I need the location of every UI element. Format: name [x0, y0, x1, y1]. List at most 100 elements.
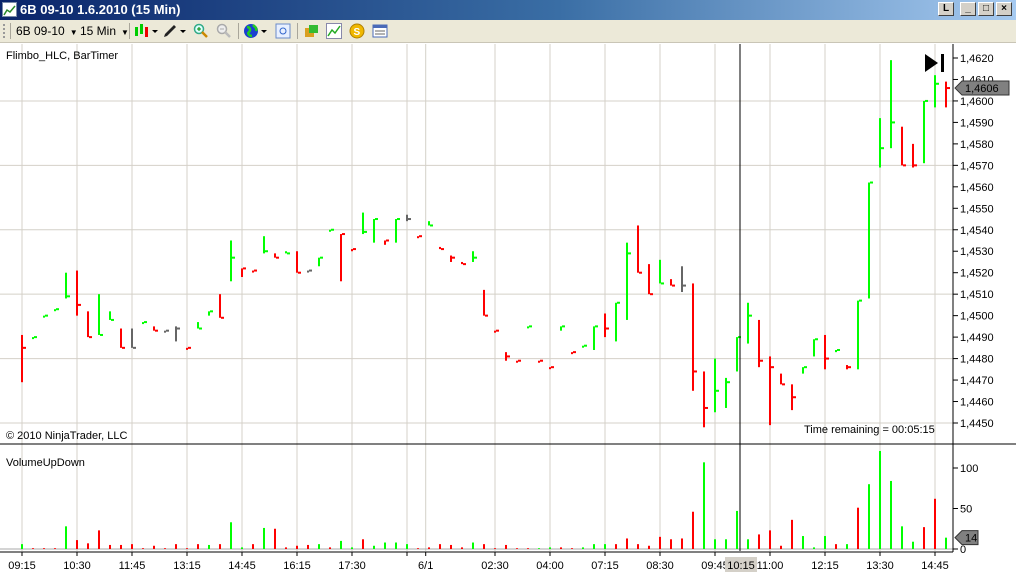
price-bar-close-tick [287, 252, 290, 255]
price-bar [890, 60, 895, 149]
minimize-button[interactable]: _ [960, 2, 976, 16]
price-bar-range [241, 268, 243, 277]
magnifier-window-icon [275, 23, 291, 39]
currency-button[interactable]: S [349, 23, 365, 39]
price-bar-close-tick [78, 303, 81, 306]
price-bar-range [505, 352, 507, 361]
price-bar-close-tick [870, 181, 873, 184]
price-bar [527, 325, 532, 329]
price-bar-close-tick [771, 366, 774, 369]
volume-bar [318, 544, 320, 549]
instrument-selector[interactable]: 6B 09-10 ▼ [16, 23, 78, 39]
y-tick-label: 1,4570 [960, 160, 994, 172]
price-bar-range [153, 326, 155, 331]
candlestick-icon [135, 24, 158, 37]
price-bar-range [890, 60, 892, 149]
price-bar-range [109, 311, 111, 320]
volume-bar [175, 544, 177, 549]
drawing-tools-button[interactable] [162, 23, 188, 39]
strategy-button[interactable] [303, 23, 319, 39]
price-bar-close-tick [23, 346, 26, 349]
price-bar [780, 373, 785, 386]
price-bar [142, 321, 147, 325]
price-bar [571, 351, 576, 355]
price-bar-close-tick [815, 338, 818, 341]
price-bar-close-tick [177, 327, 180, 330]
price-bar [769, 356, 774, 426]
volume-bar [329, 547, 331, 549]
chart-canvas[interactable]: 1,46201,46101,46001,45901,45801,45701,45… [0, 0, 1016, 572]
link-button[interactable]: L [938, 2, 954, 16]
close-button[interactable]: × [996, 2, 1012, 16]
volume-y-tick-label: 50 [960, 504, 972, 516]
x-tick-label: 11:00 [757, 560, 784, 572]
x-tick-label: 13:30 [866, 560, 894, 572]
price-bar-range [362, 212, 364, 235]
price-bar-range [824, 334, 826, 370]
globe-menu-button[interactable] [243, 23, 269, 39]
price-bar-range [197, 322, 199, 329]
y-tick-label: 1,4600 [960, 96, 994, 108]
volume-bar [21, 544, 23, 549]
price-bar-range [791, 384, 793, 411]
grid [0, 44, 953, 551]
price-bar [219, 294, 224, 319]
price-bar [791, 384, 796, 411]
price-bar-close-tick [232, 256, 235, 259]
volume-bar [65, 526, 67, 549]
price-bar-close-tick [540, 359, 543, 362]
interval-selector[interactable]: 15 Min ▼ [80, 23, 129, 39]
zoom-in-button[interactable] [193, 23, 209, 39]
price-bar-close-tick [826, 357, 829, 360]
price-bar-range [494, 330, 496, 333]
price-bar-range [461, 261, 463, 265]
price-bar-close-tick [881, 147, 884, 150]
price-bar [725, 377, 730, 408]
volume-bar [703, 462, 705, 549]
price-bar-range [670, 279, 672, 286]
volume-bar [142, 548, 144, 549]
price-bar [582, 344, 587, 348]
price-bar-close-tick [243, 267, 246, 270]
data-box-button[interactable] [275, 23, 291, 39]
price-bar-close-tick [309, 269, 312, 272]
price-bar-range [615, 302, 617, 342]
price-bar [175, 326, 180, 342]
maximize-button[interactable]: □ [978, 2, 994, 16]
toolbar-grip[interactable] [3, 24, 7, 38]
volume-bar [824, 536, 826, 549]
price-bar-close-tick [67, 295, 70, 298]
volume-bar [549, 547, 551, 549]
indicators-button[interactable] [326, 23, 342, 39]
chart-line-icon [326, 23, 342, 39]
properties-button[interactable] [372, 23, 388, 39]
price-bar-close-tick [210, 310, 213, 313]
price-bar-close-tick [595, 325, 598, 328]
price-bar [153, 326, 158, 332]
price-bar-close-tick [331, 228, 334, 231]
volume-bar [923, 527, 925, 549]
price-bar [648, 264, 653, 296]
price-bar [813, 338, 818, 357]
chart-style-button[interactable] [134, 23, 160, 39]
price-bar [450, 255, 455, 262]
volume-bar [725, 539, 727, 549]
price-bar-range [648, 264, 650, 295]
chart-app-icon [2, 2, 17, 17]
price-bar-range [681, 266, 683, 293]
volume-bar [747, 539, 749, 549]
price-bar-range [725, 377, 727, 408]
price-bar-range [736, 337, 738, 372]
volume-bar [604, 544, 606, 549]
price-bar-close-tick [672, 284, 675, 287]
volume-bar [263, 527, 265, 549]
crosshair-time-label: 10:15 [727, 560, 755, 572]
volume-bar [197, 544, 199, 549]
zoom-out-button[interactable] [216, 23, 232, 39]
price-bar-range [274, 253, 276, 258]
price-bar-close-tick [276, 256, 279, 259]
price-bar-close-tick [584, 344, 587, 347]
price-bar-close-tick [419, 235, 422, 238]
price-bar-range [747, 302, 749, 344]
volume-bar [648, 545, 650, 549]
